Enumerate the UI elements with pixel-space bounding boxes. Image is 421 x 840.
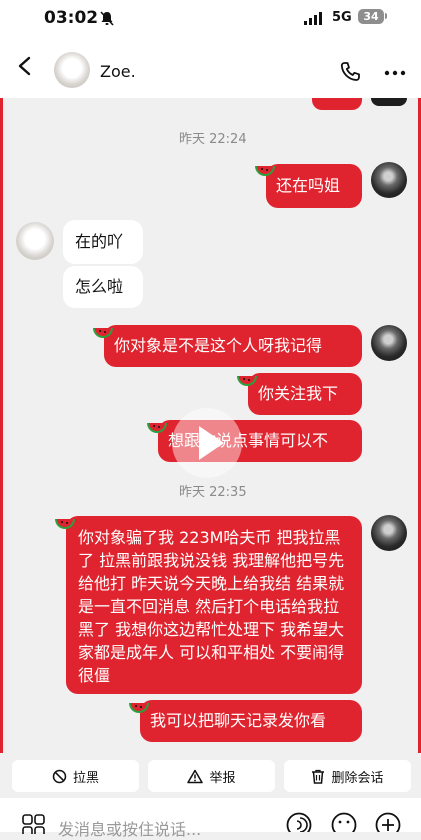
message-bubble-received[interactable]: 怎么啦 bbox=[63, 266, 143, 308]
my-avatar[interactable] bbox=[371, 515, 407, 551]
voice-icon[interactable] bbox=[286, 812, 312, 832]
report-button[interactable]: 举报 bbox=[148, 760, 275, 792]
block-button[interactable]: 拉黑 bbox=[12, 760, 139, 792]
message-text: 你关注我下 bbox=[258, 384, 339, 403]
message-timestamp: 昨天 22:35 bbox=[179, 485, 247, 500]
my-avatar[interactable] bbox=[371, 162, 407, 198]
message-bubble-sent[interactable]: 我可以把聊天记录发你看 bbox=[140, 700, 362, 742]
watermelon-icon bbox=[93, 328, 113, 338]
warning-icon bbox=[187, 769, 204, 783]
play-icon bbox=[199, 426, 224, 460]
contact-avatar-message[interactable] bbox=[16, 222, 54, 260]
more-options-icon[interactable] bbox=[384, 70, 406, 76]
contact-name[interactable]: Zoe. bbox=[100, 62, 136, 81]
video-play-button[interactable] bbox=[172, 408, 242, 478]
block-label: 拉黑 bbox=[72, 770, 99, 786]
signal-icon bbox=[304, 12, 322, 25]
watermelon-icon bbox=[237, 376, 257, 386]
status-time: 03:02 bbox=[44, 8, 99, 28]
message-input[interactable]: 发消息或按住说话... bbox=[58, 816, 201, 840]
message-bubble-sent[interactable]: 你对象是不是这个人呀我记得 bbox=[104, 325, 362, 367]
message-text: 你对象是不是这个人呀我记得 bbox=[114, 336, 323, 355]
watermelon-icon bbox=[55, 519, 75, 529]
trash-icon bbox=[312, 769, 325, 784]
chat-actions-bar: 拉黑 举报 删除会话 bbox=[0, 753, 421, 798]
input-bar: 发消息或按住说话... bbox=[0, 798, 421, 839]
message-bubble-sent[interactable]: 还在吗姐 bbox=[266, 164, 362, 208]
message-text: 还在吗姐 bbox=[276, 176, 341, 195]
report-label: 举报 bbox=[209, 770, 236, 786]
message-bubble-sent[interactable]: 你对象骗了我 223M哈夫币 把我拉黑了 拉黑前跟我说没钱 我理解他把号先给他打… bbox=[66, 516, 362, 694]
watermelon-icon bbox=[129, 703, 149, 713]
message-bubble-sent[interactable]: 你关注我下 bbox=[248, 373, 362, 415]
previous-message-bubble bbox=[312, 98, 362, 110]
previous-message-avatar bbox=[371, 98, 407, 106]
chat-header: Zoe. bbox=[0, 36, 421, 98]
my-avatar[interactable] bbox=[371, 325, 407, 361]
message-text: 怎么啦 bbox=[75, 277, 124, 296]
message-timestamp: 昨天 22:24 bbox=[179, 132, 247, 147]
message-text: 你对象骗了我 223M哈夫币 把我拉黑了 拉黑前跟我说没钱 我理解他把号先给他打… bbox=[78, 528, 345, 685]
watermelon-icon bbox=[147, 423, 167, 433]
battery-tip bbox=[385, 13, 387, 19]
contact-avatar[interactable] bbox=[54, 52, 90, 88]
delete-conversation-label: 删除会话 bbox=[331, 770, 384, 786]
network-type: 5G bbox=[332, 10, 352, 25]
status-bar: 03:02 5G 34 bbox=[0, 0, 421, 36]
back-arrow-icon[interactable] bbox=[16, 56, 32, 76]
plus-icon[interactable] bbox=[375, 812, 401, 832]
apps-grid-icon[interactable] bbox=[22, 814, 46, 834]
bell-muted-icon bbox=[100, 11, 114, 26]
phone-icon[interactable] bbox=[338, 60, 362, 84]
battery-icon: 34 bbox=[358, 9, 384, 24]
message-bubble-received[interactable]: 在的吖 bbox=[63, 220, 143, 264]
delete-conversation-button[interactable]: 删除会话 bbox=[284, 760, 411, 792]
emoji-icon[interactable] bbox=[331, 812, 357, 832]
red-frame-left bbox=[0, 0, 3, 832]
watermelon-icon bbox=[255, 166, 275, 176]
message-text: 我可以把聊天记录发你看 bbox=[150, 711, 327, 730]
block-icon bbox=[52, 769, 67, 783]
message-text: 在的吖 bbox=[75, 232, 124, 251]
